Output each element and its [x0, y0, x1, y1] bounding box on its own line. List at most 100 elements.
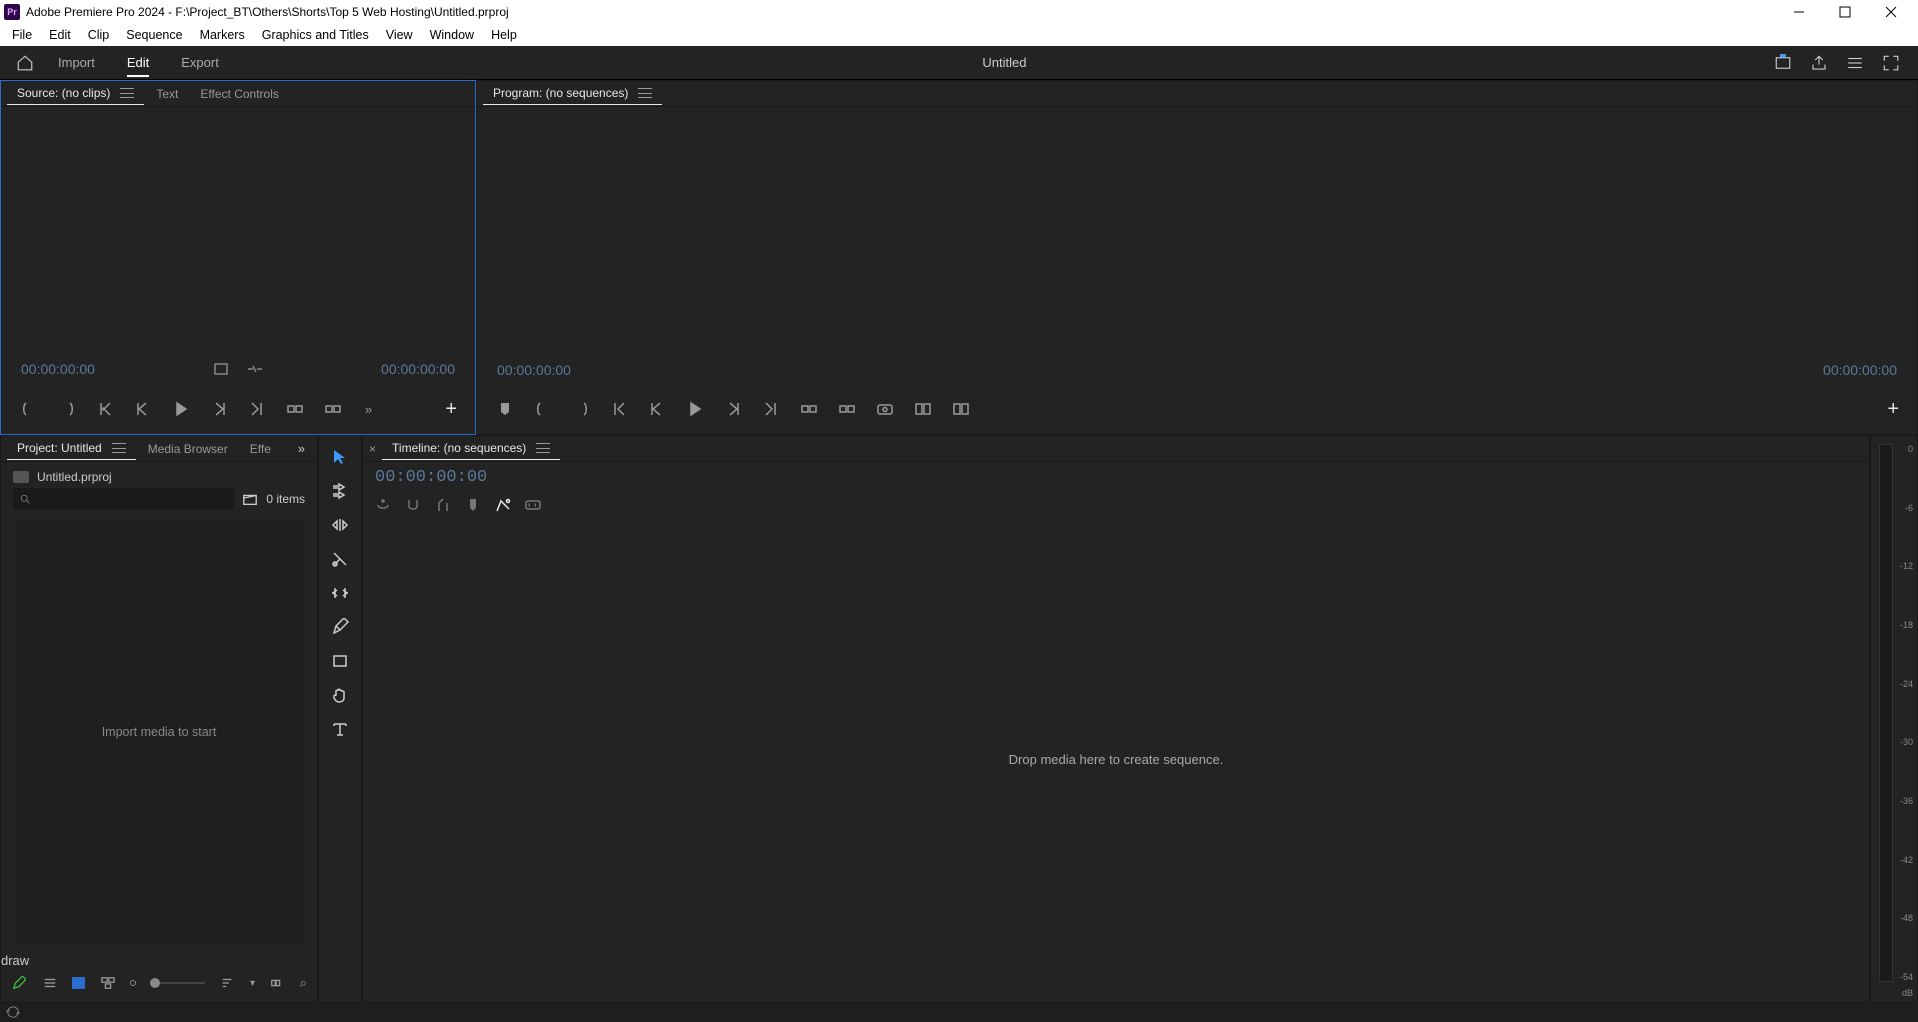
maximize-button[interactable]	[1822, 0, 1868, 24]
close-button[interactable]	[1868, 0, 1914, 24]
timeline-drop-area[interactable]: Drop media here to create sequence.	[363, 517, 1869, 1002]
export-frame-icon[interactable]	[875, 399, 895, 419]
comparison-view-icon[interactable]	[913, 399, 933, 419]
snap-icon[interactable]	[405, 497, 421, 513]
new-bin-icon[interactable]	[242, 492, 258, 506]
lift-icon[interactable]	[799, 399, 819, 419]
fullscreen-icon[interactable]	[1882, 54, 1900, 72]
tab-media-browser[interactable]: Media Browser	[138, 438, 238, 460]
hand-tool[interactable]	[324, 682, 356, 708]
sort-menu-icon[interactable]: ▾	[250, 978, 255, 989]
timeline-timecode[interactable]: 00:00:00:00	[375, 468, 1857, 487]
mark-out-icon[interactable]	[57, 399, 77, 419]
rectangle-tool[interactable]	[324, 648, 356, 674]
slip-tool[interactable]	[324, 580, 356, 606]
tab-source[interactable]: Source: (no clips)	[7, 82, 144, 105]
share-icon[interactable]	[1810, 54, 1828, 72]
sort-icon[interactable]	[219, 974, 236, 992]
mode-tab-edit[interactable]: Edit	[111, 46, 165, 80]
panel-menu-icon[interactable]	[638, 88, 652, 98]
go-to-out-icon[interactable]	[761, 399, 781, 419]
go-to-in-icon[interactable]	[609, 399, 629, 419]
panel-menu-icon[interactable]	[120, 88, 134, 98]
menu-graphics-titles[interactable]: Graphics and Titles	[254, 26, 377, 44]
linked-selection-icon[interactable]	[435, 497, 451, 513]
panel-menu-icon[interactable]	[112, 443, 126, 453]
menu-help[interactable]: Help	[483, 26, 525, 44]
step-forward-icon[interactable]	[723, 399, 743, 419]
captions-icon[interactable]	[525, 497, 541, 513]
extract-icon[interactable]	[837, 399, 857, 419]
overflow-tabs-icon[interactable]: »	[292, 441, 311, 456]
icon-view-icon[interactable]	[72, 977, 85, 989]
list-view-icon[interactable]	[42, 974, 59, 992]
menu-view[interactable]: View	[378, 26, 421, 44]
sync-settings-icon[interactable]	[6, 1005, 20, 1019]
close-tab-icon[interactable]: ×	[369, 442, 376, 456]
mark-in-icon[interactable]	[19, 399, 39, 419]
workspace-menu-icon[interactable]	[1846, 54, 1864, 72]
ripple-edit-tool[interactable]	[324, 512, 356, 538]
source-monitor-view[interactable]	[1, 107, 475, 354]
automate-to-sequence-icon[interactable]	[269, 974, 286, 992]
button-editor-icon[interactable]: +	[1887, 398, 1899, 421]
button-editor-icon[interactable]: +	[445, 398, 457, 421]
program-tc-right[interactable]: 00:00:00:00	[1823, 362, 1897, 378]
panel-menu-icon[interactable]	[536, 443, 550, 453]
minimize-button[interactable]	[1776, 0, 1822, 24]
track-select-tool[interactable]	[324, 478, 356, 504]
source-tc-left[interactable]: 00:00:00:00	[21, 361, 95, 377]
program-monitor-view[interactable]	[477, 107, 1917, 356]
quick-export-icon[interactable]	[1774, 54, 1792, 72]
timeline-settings-icon[interactable]	[495, 497, 511, 513]
razor-tool[interactable]	[324, 546, 356, 572]
project-drop-area[interactable]: Import media to start	[15, 520, 303, 943]
project-file-name: Untitled.prproj	[37, 470, 112, 484]
tab-effects[interactable]: Effe	[240, 438, 281, 460]
tab-text[interactable]: Text	[146, 83, 188, 105]
resolution-icon[interactable]	[246, 360, 264, 378]
insert-sequence-icon[interactable]	[375, 497, 391, 513]
pen-tool[interactable]	[324, 614, 356, 640]
type-tool[interactable]	[324, 716, 356, 742]
tab-effect-controls[interactable]: Effect Controls	[190, 83, 288, 105]
fit-icon[interactable]	[212, 360, 230, 378]
freeform-view-icon[interactable]	[99, 974, 116, 992]
more-icon[interactable]: »	[365, 402, 372, 417]
thumbnail-size-slider[interactable]	[150, 982, 206, 984]
mode-tab-import[interactable]: Import	[42, 46, 111, 80]
project-writable-icon[interactable]	[11, 974, 28, 992]
menu-sequence[interactable]: Sequence	[118, 26, 190, 44]
overwrite-icon[interactable]	[323, 399, 343, 419]
play-icon[interactable]	[685, 399, 705, 419]
source-tc-right[interactable]: 00:00:00:00	[381, 361, 455, 377]
go-to-out-icon[interactable]	[247, 399, 267, 419]
play-icon[interactable]	[171, 399, 191, 419]
menu-file[interactable]: File	[4, 26, 40, 44]
project-search-input[interactable]	[13, 488, 234, 510]
menu-markers[interactable]: Markers	[192, 26, 253, 44]
menu-window[interactable]: Window	[422, 26, 482, 44]
go-to-in-icon[interactable]	[95, 399, 115, 419]
step-forward-icon[interactable]	[209, 399, 229, 419]
add-marker-icon[interactable]	[495, 399, 515, 419]
toggle-proxies-icon[interactable]	[951, 399, 971, 419]
tab-project[interactable]: Project: Untitled	[7, 437, 136, 460]
mark-in-icon[interactable]	[533, 399, 553, 419]
selection-tool[interactable]	[324, 444, 356, 470]
program-tc-left[interactable]: 00:00:00:00	[497, 362, 571, 378]
step-back-icon[interactable]	[647, 399, 667, 419]
audio-meter-panel[interactable]: 0 -6 -12 -18 -24 -30 -36 -42 -48 -54 dB	[1870, 435, 1918, 1003]
mark-out-icon[interactable]	[571, 399, 591, 419]
home-button[interactable]	[8, 54, 42, 72]
add-marker-icon[interactable]	[465, 497, 481, 513]
insert-icon[interactable]	[285, 399, 305, 419]
tab-program[interactable]: Program: (no sequences)	[483, 82, 662, 105]
tools-panel	[318, 435, 362, 1003]
menu-clip[interactable]: Clip	[80, 26, 118, 44]
tab-timeline[interactable]: Timeline: (no sequences)	[382, 437, 560, 460]
mode-tab-export[interactable]: Export	[165, 46, 235, 80]
menu-edit[interactable]: Edit	[41, 26, 79, 44]
find-icon[interactable]: ⌕	[300, 975, 307, 991]
step-back-icon[interactable]	[133, 399, 153, 419]
